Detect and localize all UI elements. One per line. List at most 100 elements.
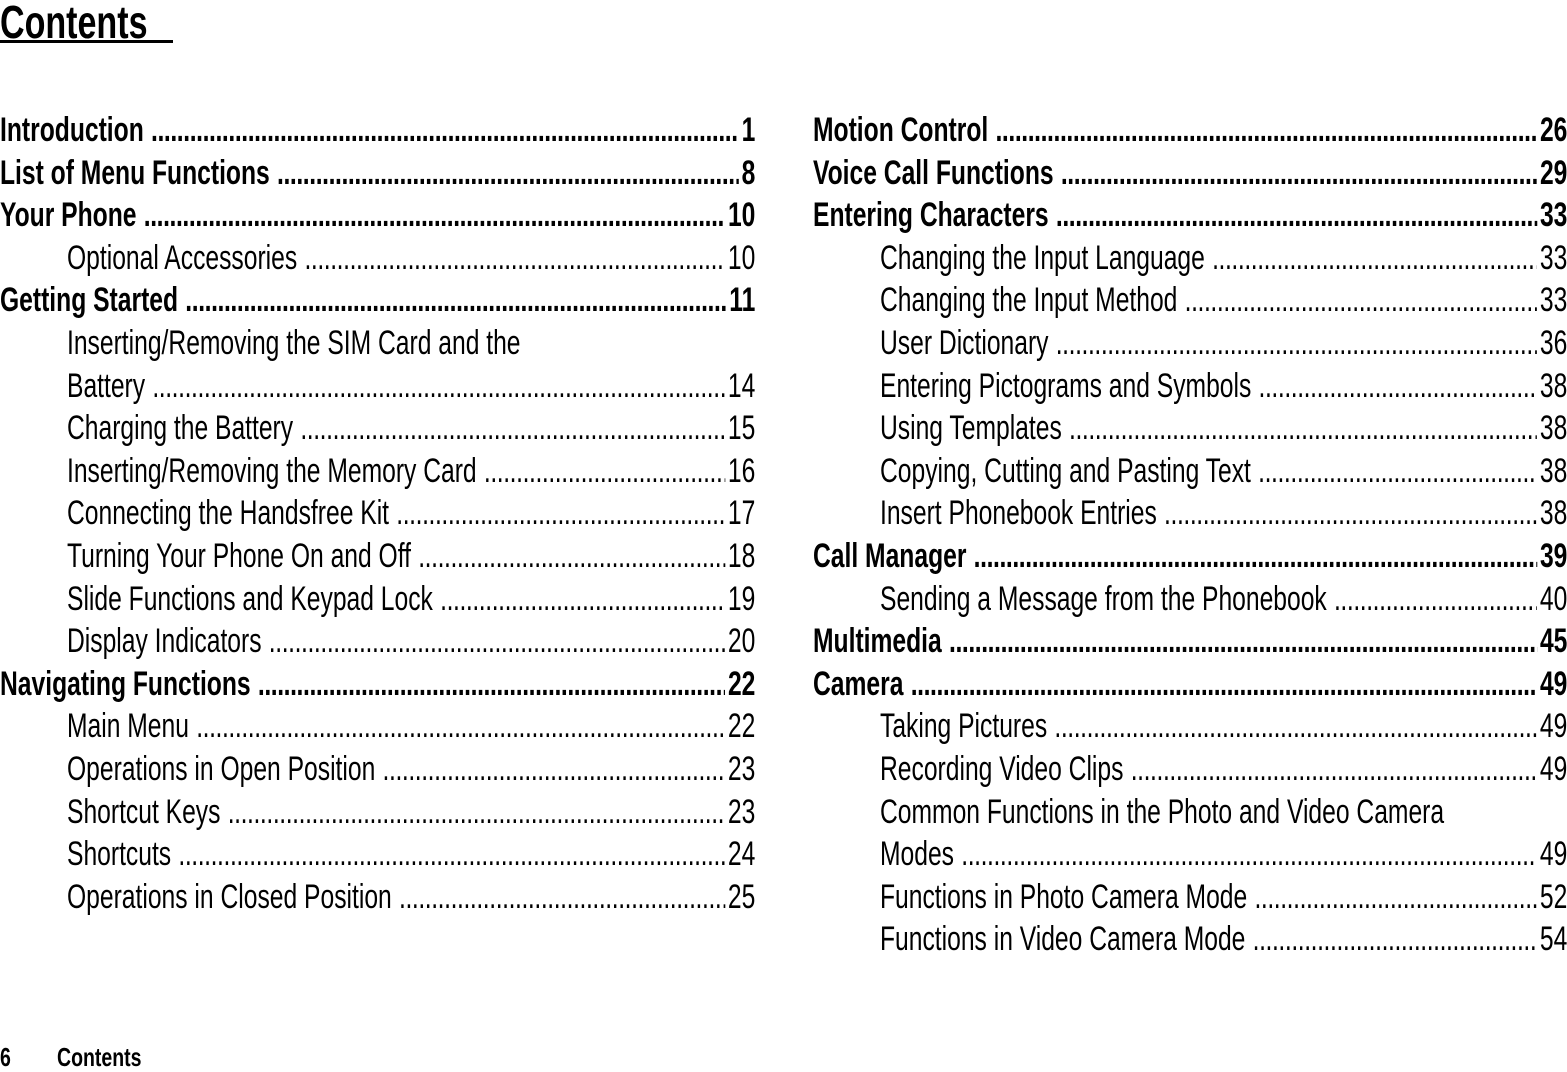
toc-entry-line: User Dictionary 36	[880, 322, 1567, 365]
toc-entry-section[interactable]: Copying, Cutting and Pasting Text 38	[813, 450, 1567, 493]
toc-entry-chapter[interactable]: Navigating Functions 22	[0, 663, 755, 706]
toc-dot-leader	[995, 109, 1537, 152]
toc-entry-section[interactable]: Common Functions in the Photo and Video …	[813, 791, 1567, 834]
toc-entry-label: Inserting/Removing the SIM Card and the	[67, 323, 521, 362]
toc-entry-section[interactable]: Entering Pictograms and Symbols 38	[813, 365, 1567, 408]
footer-page-number: 6	[0, 1042, 11, 1072]
toc-entry-section[interactable]: Sending a Message from the Phonebook 40	[813, 578, 1567, 621]
toc-entry-label: Operations in Closed Position	[67, 877, 392, 916]
toc-dot-leader	[300, 407, 725, 450]
toc-entry-label: Multimedia	[813, 622, 942, 661]
toc-entry-section[interactable]: Display Indicators 20	[0, 620, 755, 663]
toc-entry-chapter[interactable]: Multimedia 45	[813, 620, 1567, 663]
toc-entry-page-number: 36	[1539, 323, 1567, 362]
toc-entry-line: Navigating Functions 22	[0, 663, 755, 706]
toc-entry-section[interactable]: Inserting/Removing the SIM Card and the	[0, 322, 755, 365]
toc-entry-section[interactable]: Optional Accessories 10	[0, 237, 755, 280]
toc-entry-section[interactable]: Main Menu 22	[0, 705, 755, 748]
toc-entry-label: Getting Started	[0, 281, 179, 320]
toc-entry-section[interactable]: Turning Your Phone On and Off 18	[0, 535, 755, 578]
toc-entry-page-number: 33	[1539, 238, 1567, 277]
toc-entry-section[interactable]: Slide Functions and Keypad Lock 19	[0, 578, 755, 621]
toc-entry-page-number: 25	[727, 877, 756, 916]
toc-dot-leader	[1259, 365, 1537, 408]
toc-entry-label: Call Manager	[813, 536, 967, 575]
toc-entry-line: Turning Your Phone On and Off 18	[67, 535, 755, 578]
toc-dot-leader	[911, 663, 1537, 706]
toc-entry-label: Turning Your Phone On and Off	[67, 536, 411, 575]
toc-dot-leader	[399, 876, 725, 919]
toc-entry-chapter[interactable]: List of Menu Functions 8	[0, 152, 755, 195]
toc-entry-section[interactable]: Battery 14	[0, 365, 755, 408]
toc-entry-section[interactable]: Operations in Closed Position 25	[0, 876, 755, 919]
toc-entry-section[interactable]: Taking Pictures 49	[813, 705, 1567, 748]
toc-entry-page-number: 11	[729, 281, 756, 320]
toc-entry-chapter[interactable]: Getting Started 11	[0, 279, 755, 322]
toc-dot-leader	[1212, 237, 1537, 280]
toc-dot-leader	[228, 791, 725, 834]
toc-entry-section[interactable]: Functions in Video Camera Mode 54	[813, 918, 1567, 961]
toc-entry-line: Using Templates 38	[880, 407, 1567, 450]
toc-entry-chapter[interactable]: Call Manager 39	[813, 535, 1567, 578]
toc-entry-label: Operations in Open Position	[67, 749, 376, 788]
toc-entry-section[interactable]: Changing the Input Language 33	[813, 237, 1567, 280]
toc-entry-page-number: 17	[727, 494, 756, 533]
toc-entry-page-number: 14	[727, 366, 756, 405]
toc-entry-label: Shortcuts	[67, 835, 172, 874]
toc-entry-page-number: 52	[1539, 877, 1567, 916]
toc-entry-section[interactable]: Shortcuts 24	[0, 833, 755, 876]
toc-entry-line: Introduction 1	[0, 109, 755, 152]
toc-column-right: Motion Control26Voice Call Functions29En…	[813, 109, 1567, 961]
toc-entry-line: Connecting the Handsfree Kit 17	[67, 492, 755, 535]
toc-entry-label: Sending a Message from the Phonebook	[880, 579, 1327, 618]
toc-entry-line: List of Menu Functions 8	[0, 152, 755, 195]
toc-entry-page-number: 16	[727, 451, 756, 490]
toc-entry-line: Sending a Message from the Phonebook 40	[880, 578, 1567, 621]
toc-entry-label: Camera	[813, 664, 904, 703]
toc-entry-page-number: 23	[727, 749, 756, 788]
toc-dot-leader	[1164, 492, 1537, 535]
page-footer: 6 Contents	[0, 1043, 142, 1071]
toc-entry-chapter[interactable]: Your Phone 10	[0, 194, 755, 237]
toc-entry-line: Getting Started 11	[0, 279, 755, 322]
toc-entry-page-number: 33	[1539, 281, 1567, 320]
toc-entry-line: Insert Phonebook Entries 38	[880, 492, 1567, 535]
toc-entry-section[interactable]: Using Templates 38	[813, 407, 1567, 450]
toc-entry-line: Inserting/Removing the Memory Card 16	[67, 450, 755, 493]
toc-entry-page-number: 49	[1539, 707, 1567, 746]
toc-entry-label: Connecting the Handsfree Kit	[67, 494, 390, 533]
toc-entry-chapter[interactable]: Entering Characters 33	[813, 194, 1567, 237]
toc-entry-section[interactable]: Insert Phonebook Entries 38	[813, 492, 1567, 535]
toc-entry-section[interactable]: Charging the Battery 15	[0, 407, 755, 450]
toc-entry-page-number: 38	[1539, 494, 1567, 533]
toc-entry-section[interactable]: User Dictionary 36	[813, 322, 1567, 365]
toc-entry-page-number: 29	[1539, 153, 1567, 192]
toc-entry-page-number: 10	[727, 196, 756, 235]
toc-entry-chapter[interactable]: Motion Control 26	[813, 109, 1567, 152]
toc-entry-section[interactable]: Functions in Photo Camera Mode 52	[813, 876, 1567, 919]
toc-entry-section[interactable]: Shortcut Keys 23	[0, 791, 755, 834]
toc-entry-section[interactable]: Modes 49	[813, 833, 1567, 876]
toc-entry-page-number: 22	[727, 707, 756, 746]
toc-entry-page-number: 38	[1539, 409, 1567, 448]
toc-entry-page-number: 54	[1539, 920, 1567, 959]
toc-entry-section[interactable]: Inserting/Removing the Memory Card 16	[0, 450, 755, 493]
toc-dot-leader	[178, 833, 725, 876]
toc-entry-section[interactable]: Connecting the Handsfree Kit 17	[0, 492, 755, 535]
toc-entry-line: Changing the Input Language 33	[880, 237, 1567, 280]
toc-dot-leader	[1185, 279, 1537, 322]
toc-entry-line: Shortcuts 24	[67, 833, 755, 876]
toc-entry-section[interactable]: Changing the Input Method 33	[813, 279, 1567, 322]
toc-dot-leader	[258, 663, 725, 706]
toc-entry-line: Camera 49	[813, 663, 1567, 706]
toc-entry-label: Entering Characters	[813, 196, 1049, 235]
toc-entry-chapter[interactable]: Introduction 1	[0, 109, 755, 152]
toc-entry-line: Recording Video Clips 49	[880, 748, 1567, 791]
toc-entry-label: Copying, Cutting and Pasting Text	[880, 451, 1251, 490]
toc-entry-line: Functions in Video Camera Mode 54	[880, 918, 1567, 961]
toc-entry-chapter[interactable]: Voice Call Functions 29	[813, 152, 1567, 195]
toc-entry-section[interactable]: Recording Video Clips 49	[813, 748, 1567, 791]
toc-entry-chapter[interactable]: Camera 49	[813, 663, 1567, 706]
toc-entry-page-number: 38	[1539, 451, 1567, 490]
toc-entry-section[interactable]: Operations in Open Position 23	[0, 748, 755, 791]
